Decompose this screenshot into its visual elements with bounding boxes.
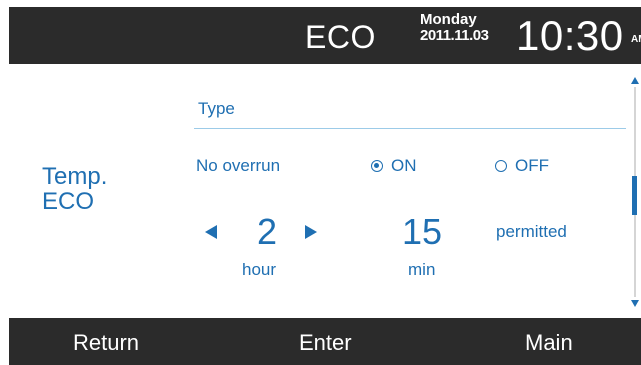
min-unit: min <box>408 260 436 279</box>
hour-increase-icon[interactable] <box>305 225 317 239</box>
page-title: ECO <box>305 19 376 55</box>
scrollbar[interactable] <box>629 77 641 307</box>
side-label-line1: Temp. <box>42 163 108 190</box>
side-label: Temp. ECO <box>42 164 107 214</box>
hour-decrease-icon[interactable] <box>205 225 217 239</box>
return-button[interactable]: Return <box>73 331 139 355</box>
permitted-label: permitted <box>496 222 567 241</box>
header-day: Monday <box>420 11 477 28</box>
scroll-thumb[interactable] <box>632 176 637 215</box>
enter-button[interactable]: Enter <box>299 331 352 355</box>
content-panel: Temp. ECO Type No overrun ON OFF 2 hour … <box>9 64 641 318</box>
radio-off-option[interactable]: OFF <box>495 156 549 176</box>
type-divider <box>194 128 626 129</box>
radio-selected-icon <box>371 160 383 172</box>
main-button[interactable]: Main <box>525 331 573 355</box>
type-label: Type <box>198 99 235 118</box>
radio-on-option[interactable]: ON <box>371 156 417 176</box>
overrun-label: No overrun <box>196 156 281 175</box>
header-ampm: AM <box>631 34 641 45</box>
side-label-line2: ECO <box>42 188 95 215</box>
header-bar: ECO Monday 2011.11.03 10:30 AM <box>9 7 641 64</box>
footer-bar: Return Enter Main <box>9 318 641 365</box>
scroll-down-arrow-icon[interactable] <box>631 300 639 307</box>
header-date: 2011.11.03 <box>420 27 489 44</box>
radio-unselected-icon <box>495 160 507 172</box>
min-value: 15 <box>402 211 443 252</box>
scroll-up-arrow-icon[interactable] <box>631 77 639 84</box>
thermostat-screen: ECO Monday 2011.11.03 10:30 AM Temp. ECO… <box>0 0 641 365</box>
header-time: 10:30 <box>516 12 624 59</box>
radio-on-label: ON <box>391 156 417 175</box>
hour-unit: hour <box>242 260 277 279</box>
radio-off-label: OFF <box>515 156 549 175</box>
hour-value: 2 <box>257 211 278 252</box>
